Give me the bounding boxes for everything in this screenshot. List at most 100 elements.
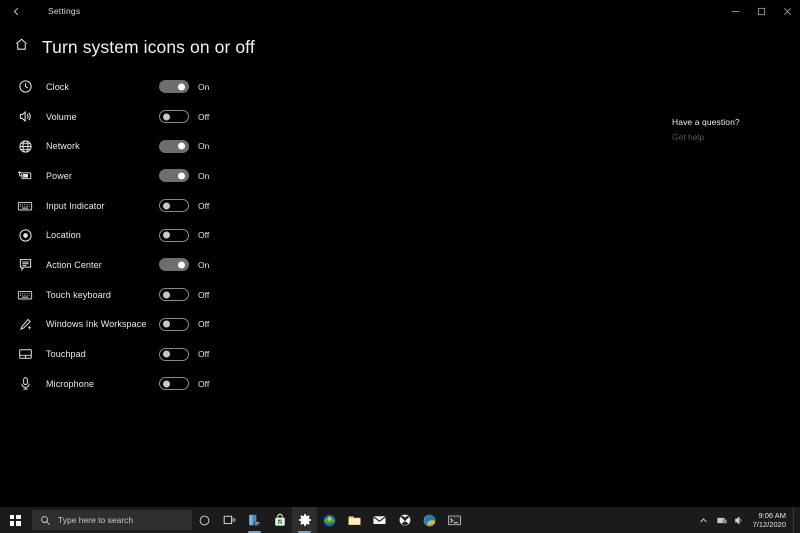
toggle-track <box>159 139 189 153</box>
help-panel: Have a question? Get help <box>600 62 740 399</box>
toggle-touchpad[interactable]: Off <box>159 347 218 361</box>
pen-icon <box>14 313 36 335</box>
toggle-state: Off <box>198 378 210 389</box>
taskbar-app-file-explorer-blue[interactable] <box>242 507 267 533</box>
taskbar: Type here to search 9:06 AM 7/12/2020 <box>0 507 800 533</box>
window-controls <box>722 0 800 22</box>
system-tray: 9:06 AM 7/12/2020 <box>695 507 800 533</box>
toggle-state: On <box>198 259 210 270</box>
taskbar-app-xbox[interactable] <box>392 507 417 533</box>
setting-label: Action Center <box>46 259 102 270</box>
network-icon <box>14 135 36 157</box>
file-explorer-icon <box>348 515 361 525</box>
taskbar-app-mail[interactable] <box>367 507 392 533</box>
task-view-button[interactable] <box>217 507 242 533</box>
toggle-knob <box>163 291 170 299</box>
taskbar-app-terminal[interactable] <box>442 507 467 533</box>
toggle-track <box>159 228 189 242</box>
clock-date: 7/12/2020 <box>752 520 786 529</box>
setting-row-location: Location Off <box>0 220 600 250</box>
tray-network-button[interactable] <box>713 507 731 533</box>
toggle-clock[interactable]: On <box>159 80 218 94</box>
taskbar-search-input[interactable]: Type here to search <box>32 510 192 530</box>
toggle-track <box>159 377 189 391</box>
setting-row-action-center: Action Center On <box>0 250 600 280</box>
show-hidden-icons-button[interactable] <box>695 507 713 533</box>
toggle-volume[interactable]: Off <box>159 110 218 124</box>
page-title: Turn system icons on or off <box>42 36 255 57</box>
toggle-action-center[interactable]: On <box>159 258 218 272</box>
settings-gear-icon <box>298 514 311 526</box>
maximize-button[interactable] <box>748 0 774 22</box>
search-icon <box>41 515 50 525</box>
setting-label: Input Indicator <box>46 200 105 211</box>
toggle-knob <box>178 172 185 180</box>
toggle-location[interactable]: Off <box>159 228 218 242</box>
setting-label: Touch keyboard <box>46 289 111 300</box>
get-help-link[interactable]: Get help <box>672 132 740 142</box>
mail-icon <box>373 516 386 524</box>
toggle-knob <box>163 320 170 328</box>
volume-icon <box>14 106 36 128</box>
volume-tray-icon <box>735 516 742 524</box>
app-title: Settings <box>48 6 81 16</box>
microsoft-store-icon <box>274 513 285 526</box>
setting-row-volume: Volume Off <box>0 102 600 132</box>
help-title: Have a question? <box>672 117 740 127</box>
search-placeholder: Type here to search <box>58 515 134 525</box>
title-bar: Settings <box>0 0 800 22</box>
toggle-power[interactable]: On <box>159 169 218 183</box>
xbox-icon <box>399 514 410 526</box>
page-header: Turn system icons on or off <box>14 32 800 62</box>
setting-label: Microphone <box>46 378 95 389</box>
toggle-state: Off <box>198 349 210 360</box>
windows-logo-icon <box>9 514 21 526</box>
toggle-state: Off <box>198 230 210 241</box>
back-button[interactable] <box>0 0 32 22</box>
show-desktop-button[interactable] <box>793 507 800 533</box>
tray-volume-button[interactable] <box>731 507 749 533</box>
setting-row-microphone: Microphone Off <box>0 369 600 399</box>
toggle-input-indicator[interactable]: Off <box>159 199 218 213</box>
toggle-knob <box>163 202 170 210</box>
minimize-icon <box>731 10 739 12</box>
back-arrow-icon <box>13 7 18 15</box>
toggle-track <box>159 110 189 124</box>
taskbar-app-firefox[interactable] <box>317 507 342 533</box>
setting-label: Volume <box>46 111 77 122</box>
cortana-button[interactable] <box>192 507 217 533</box>
setting-row-touchpad: Touchpad Off <box>0 339 600 369</box>
taskbar-clock[interactable]: 9:06 AM 7/12/2020 <box>749 511 793 530</box>
toggle-track <box>159 347 189 361</box>
setting-row-touch-keyboard: Touch keyboard Off <box>0 280 600 310</box>
close-button[interactable] <box>774 0 800 22</box>
taskbar-app-edge[interactable] <box>417 507 442 533</box>
file-explorer-blue-icon <box>249 514 260 526</box>
toggle-state: Off <box>198 319 210 330</box>
microphone-icon <box>14 373 36 395</box>
taskbar-app-settings[interactable] <box>292 507 317 533</box>
cortana-icon <box>199 515 210 525</box>
keyboard-icon <box>14 195 36 217</box>
toggle-touch-keyboard[interactable]: Off <box>159 288 218 302</box>
start-button[interactable] <box>0 507 30 533</box>
power-icon <box>14 165 36 187</box>
setting-label: Location <box>46 230 81 241</box>
minimize-button[interactable] <box>722 0 748 22</box>
setting-row-clock: Clock On <box>0 72 600 102</box>
taskbar-app-file-explorer[interactable] <box>342 507 367 533</box>
task-view-icon <box>223 515 235 525</box>
toggle-windows-ink-workspace[interactable]: Off <box>159 317 218 331</box>
toggle-state: On <box>198 170 210 181</box>
toggle-knob <box>163 231 170 239</box>
toggle-network[interactable]: On <box>159 139 218 153</box>
taskbar-app-microsoft-store[interactable] <box>267 507 292 533</box>
toggle-track <box>159 288 189 302</box>
clock-icon <box>14 76 36 98</box>
toggle-microphone[interactable]: Off <box>159 377 218 391</box>
close-icon <box>783 7 791 15</box>
setting-label: Touchpad <box>46 349 86 360</box>
toggle-knob <box>163 113 170 121</box>
toggle-state: On <box>198 141 210 152</box>
setting-label: Windows Ink Workspace <box>46 319 147 330</box>
